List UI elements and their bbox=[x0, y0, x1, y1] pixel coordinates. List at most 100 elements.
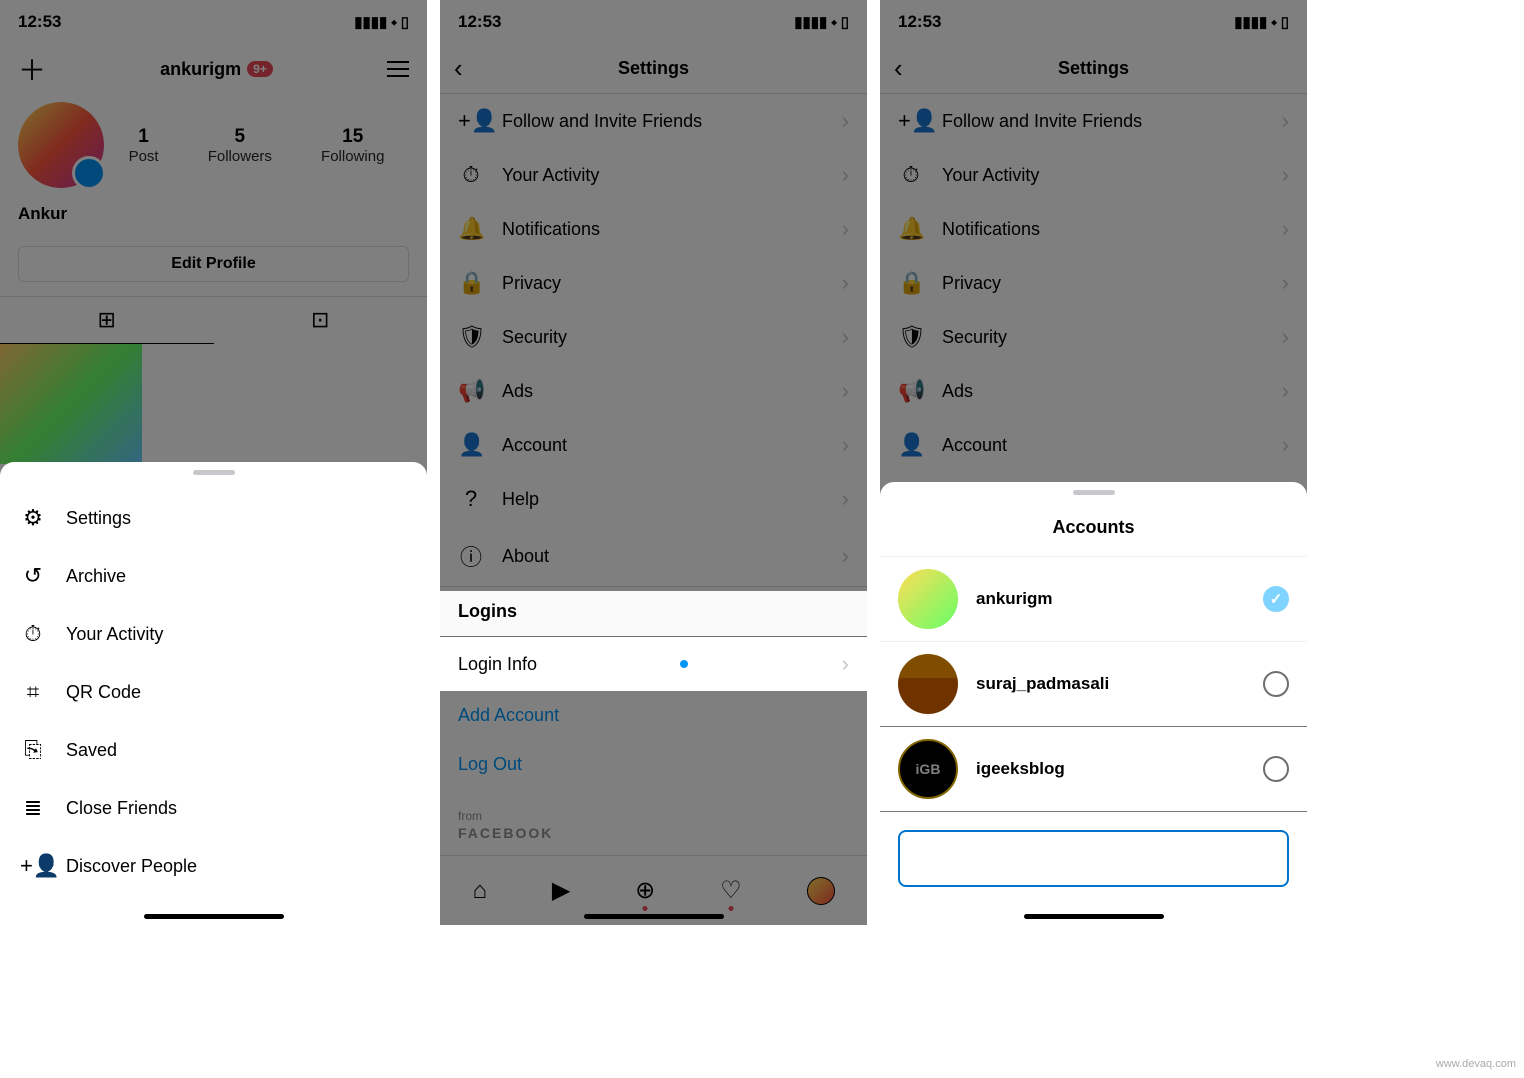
sheet-item-qrcode[interactable]: ⌗QR Code bbox=[0, 663, 427, 721]
sheet-grabber[interactable] bbox=[193, 470, 235, 475]
profile-menu-sheet: ⚙Settings ↺ Archive ⏱Your Activity ⌗QR Co… bbox=[0, 462, 427, 925]
status-time: 12:53 bbox=[18, 12, 61, 32]
archive-icon: ↺ bbox=[20, 563, 46, 589]
sheet-item-activity[interactable]: ⏱Your Activity bbox=[0, 605, 427, 663]
chevron-right-icon: › bbox=[842, 216, 849, 242]
setting-login-info[interactable]: Login Info› bbox=[440, 637, 867, 691]
chevron-right-icon: › bbox=[842, 108, 849, 134]
setting-activity[interactable]: ⏱Your Activity› bbox=[880, 148, 1307, 202]
watermark: www.devaq.com bbox=[1436, 1058, 1516, 1070]
signal-icon: ▮▮▮▮ bbox=[1234, 13, 1267, 31]
activity-icon: ⏱ bbox=[20, 621, 46, 647]
activity-icon: ⏱ bbox=[458, 162, 484, 188]
home-indicator bbox=[144, 914, 284, 919]
logins-header: Logins bbox=[440, 586, 867, 637]
chevron-right-icon: › bbox=[842, 270, 849, 296]
setting-follow-invite[interactable]: +👤Follow and Invite Friends› bbox=[880, 94, 1307, 148]
activity-icon: ⏱ bbox=[898, 162, 924, 188]
sheet-label: Archive bbox=[66, 566, 126, 587]
tab-tagged[interactable]: ⊡ bbox=[214, 297, 428, 344]
add-user-icon: +👤 bbox=[458, 108, 484, 134]
sheet-item-archive[interactable]: ↺ Archive bbox=[0, 547, 427, 605]
home-icon[interactable]: ⌂ bbox=[472, 877, 487, 905]
chevron-right-icon: › bbox=[1282, 324, 1289, 350]
account-row-1[interactable]: suraj_padmasali bbox=[880, 642, 1307, 727]
setting-about[interactable]: ⓘAbout› bbox=[440, 526, 867, 586]
add-post-icon[interactable]: ＋ bbox=[18, 49, 46, 89]
chevron-right-icon: › bbox=[842, 324, 849, 350]
setting-ads[interactable]: 📢Ads› bbox=[440, 364, 867, 418]
profile-username[interactable]: ankurigm 9+ bbox=[160, 59, 273, 80]
sheet-grabber[interactable] bbox=[1073, 490, 1115, 495]
profile-avatar[interactable] bbox=[18, 102, 104, 188]
post-thumbnail[interactable] bbox=[0, 344, 142, 464]
profile-tab-icon[interactable] bbox=[807, 877, 835, 905]
settings-list: +👤Follow and Invite Friends› ⏱Your Activ… bbox=[440, 94, 867, 871]
sheet-item-settings[interactable]: ⚙Settings bbox=[0, 489, 427, 547]
hamburger-menu-icon[interactable] bbox=[387, 61, 409, 77]
setting-account[interactable]: 👤Account› bbox=[440, 418, 867, 472]
sheet-item-saved[interactable]: ⎘ Saved bbox=[0, 721, 427, 779]
setting-privacy[interactable]: 🔒Privacy› bbox=[880, 256, 1307, 310]
settings-nav: ‹ Settings bbox=[440, 44, 867, 94]
add-user-icon: +👤 bbox=[898, 108, 924, 134]
setting-ads[interactable]: 📢Ads› bbox=[880, 364, 1307, 418]
add-icon[interactable]: ⊕ bbox=[635, 876, 655, 905]
sheet-label: Saved bbox=[66, 740, 117, 761]
accounts-title: Accounts bbox=[880, 509, 1307, 557]
add-account-link[interactable]: Add Account bbox=[440, 691, 867, 740]
battery-icon: ▯ bbox=[401, 13, 409, 31]
notification-badge: 9+ bbox=[247, 61, 273, 77]
shield-icon: 🛡 bbox=[458, 324, 484, 350]
logout-button[interactable]: Log Out bbox=[898, 830, 1289, 887]
user-icon: 👤 bbox=[898, 432, 924, 458]
stat-following[interactable]: 15Following bbox=[321, 126, 384, 165]
setting-activity[interactable]: ⏱Your Activity› bbox=[440, 148, 867, 202]
stat-posts[interactable]: 1Post bbox=[129, 126, 159, 165]
nav-title: Settings bbox=[880, 58, 1307, 79]
wifi-icon: ⬩ bbox=[391, 14, 396, 31]
home-indicator bbox=[584, 914, 724, 919]
account-avatar bbox=[898, 569, 958, 629]
sheet-item-closefriends[interactable]: ≣Close Friends bbox=[0, 779, 427, 837]
reels-icon[interactable]: ▶ bbox=[552, 876, 570, 905]
megaphone-icon: 📢 bbox=[458, 378, 484, 404]
back-icon[interactable]: ‹ bbox=[894, 53, 903, 84]
account-row-0[interactable]: ankurigm bbox=[880, 557, 1307, 642]
bookmark-icon: ⎘ bbox=[20, 737, 46, 763]
accounts-sheet: Accounts ankurigm suraj_padmasali iGB ig… bbox=[880, 482, 1307, 925]
sheet-item-discover[interactable]: +👤Discover People bbox=[0, 837, 427, 895]
setting-notifications[interactable]: 🔔Notifications› bbox=[440, 202, 867, 256]
chevron-right-icon: › bbox=[1282, 432, 1289, 458]
setting-follow-invite[interactable]: +👤Follow and Invite Friends› bbox=[440, 94, 867, 148]
status-bar: 12:53 ▮▮▮▮ ⬩ ▯ bbox=[880, 0, 1307, 44]
setting-notifications[interactable]: 🔔Notifications› bbox=[880, 202, 1307, 256]
list-icon: ≣ bbox=[20, 795, 46, 821]
phone-3-accounts: 12:53 ▮▮▮▮ ⬩ ▯ ‹ Settings +👤Follow and I… bbox=[880, 0, 1307, 925]
profile-header: ＋ ankurigm 9+ bbox=[0, 44, 427, 94]
tab-grid[interactable]: ⊞ bbox=[0, 297, 214, 344]
account-row-2[interactable]: iGB igeeksblog bbox=[880, 727, 1307, 812]
wifi-icon: ⬩ bbox=[1271, 14, 1276, 31]
megaphone-icon: 📢 bbox=[898, 378, 924, 404]
account-avatar: iGB bbox=[898, 739, 958, 799]
setting-privacy[interactable]: 🔒Privacy› bbox=[440, 256, 867, 310]
chevron-right-icon: › bbox=[1282, 216, 1289, 242]
logout-link[interactable]: Log Out bbox=[440, 740, 867, 789]
setting-help[interactable]: ?Help› bbox=[440, 472, 867, 526]
setting-security[interactable]: 🛡Security› bbox=[440, 310, 867, 364]
qr-icon: ⌗ bbox=[20, 679, 46, 705]
stat-followers[interactable]: 5Followers bbox=[208, 126, 272, 165]
chevron-right-icon: › bbox=[842, 543, 849, 569]
status-bar: 12:53 ▮▮▮▮ ⬩ ▯ bbox=[0, 0, 427, 44]
heart-icon[interactable]: ♡ bbox=[720, 876, 742, 905]
chevron-right-icon: › bbox=[1282, 162, 1289, 188]
setting-account[interactable]: 👤Account› bbox=[880, 418, 1307, 472]
account-name: suraj_padmasali bbox=[976, 674, 1245, 694]
account-name: igeeksblog bbox=[976, 759, 1245, 779]
edit-profile-button[interactable]: Edit Profile bbox=[18, 246, 409, 282]
chevron-right-icon: › bbox=[1282, 378, 1289, 404]
setting-security[interactable]: 🛡Security› bbox=[880, 310, 1307, 364]
profile-tabs: ⊞ ⊡ bbox=[0, 296, 427, 344]
back-icon[interactable]: ‹ bbox=[454, 53, 463, 84]
